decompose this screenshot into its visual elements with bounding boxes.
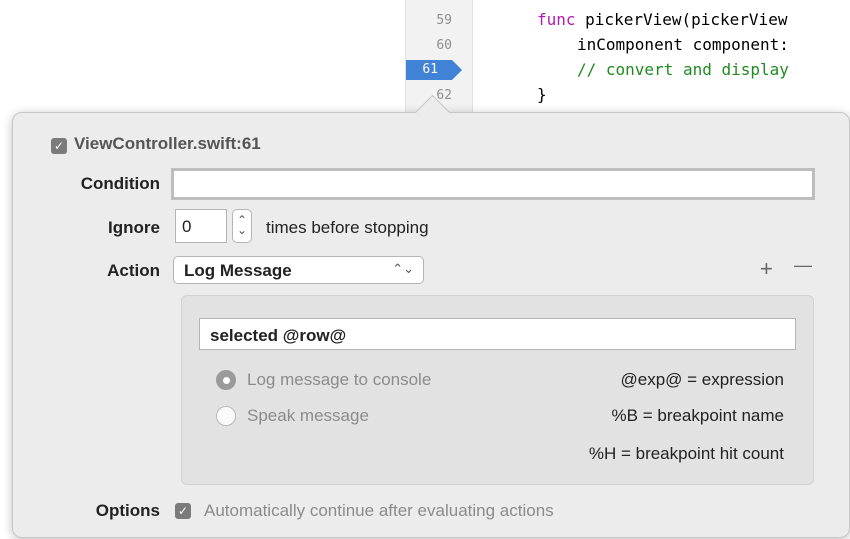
breakpoint-marker[interactable]: 61: [406, 60, 462, 80]
hint-hit-count: %H = breakpoint hit count: [588, 444, 784, 463]
code-text: pickerView(pickerView: [575, 10, 788, 29]
hint-expression: @exp@ = expression: [620, 370, 784, 389]
code-line: }: [537, 85, 547, 104]
hint-breakpoint-name: %B = breakpoint name: [611, 406, 784, 425]
code-keyword: func: [537, 10, 576, 29]
breakpoint-title: ViewController.swift:61: [74, 134, 261, 153]
log-message-input[interactable]: selected @row@: [199, 318, 796, 350]
action-label: Action: [107, 261, 160, 280]
speak-message-radio[interactable]: [216, 406, 236, 426]
ignore-count-input[interactable]: 0: [175, 209, 227, 243]
options-label: Options: [95, 501, 160, 520]
condition-input[interactable]: [171, 168, 815, 200]
line-gutter[interactable]: 59 60 62: [405, 0, 473, 118]
line-number: 59: [436, 13, 452, 28]
log-to-console-label: Log message to console: [247, 370, 432, 389]
ignore-label: Ignore: [108, 218, 160, 237]
log-to-console-radio[interactable]: [216, 370, 236, 390]
ignore-suffix-label: times before stopping: [266, 218, 429, 237]
auto-continue-label: Automatically continue after evaluating …: [204, 501, 554, 520]
code-line: inComponent component:: [577, 35, 789, 54]
action-type-select[interactable]: Log Message ⌃⌄: [173, 256, 424, 284]
code-comment: // convert and display: [577, 60, 789, 79]
auto-continue-checkbox[interactable]: ✓: [175, 503, 191, 519]
add-action-button[interactable]: +: [760, 256, 773, 282]
select-arrows-icon: ⌃⌄: [392, 261, 414, 276]
action-type-value: Log Message: [184, 261, 292, 280]
line-number: 61: [422, 62, 438, 77]
breakpoint-enabled-checkbox[interactable]: ✓: [51, 138, 67, 154]
condition-label: Condition: [80, 174, 160, 193]
chevron-down-icon: ⌄: [236, 223, 248, 237]
remove-action-button[interactable]: —: [794, 255, 812, 276]
code-editor: 59 60 62 61 func pickerView(pickerView i…: [0, 0, 850, 118]
line-number: 60: [436, 38, 452, 53]
speak-message-label: Speak message: [247, 406, 369, 425]
ignore-stepper[interactable]: ⌃ ⌄: [232, 209, 252, 243]
code-line: func pickerView(pickerView: [537, 10, 787, 29]
